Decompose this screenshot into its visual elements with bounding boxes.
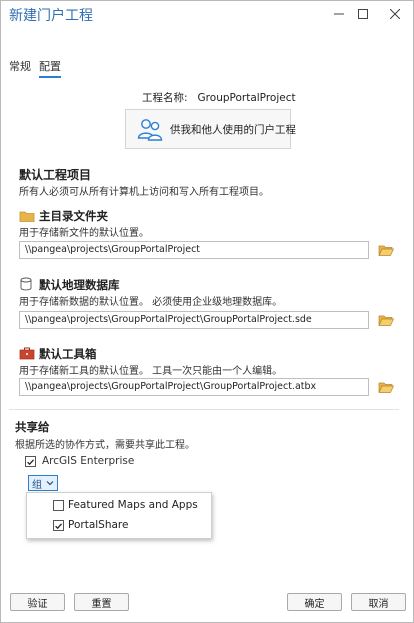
- project-name-row: 工程名称: GroupPortalProject: [142, 90, 296, 105]
- people-icon: [136, 115, 164, 143]
- defaults-heading: 默认工程项目: [19, 168, 92, 182]
- group-label: Featured Maps and Apps: [68, 499, 198, 511]
- home-folder-path-input[interactable]: \\pangea\projects\GroupPortalProject: [19, 241, 369, 259]
- browse-folder-icon[interactable]: [377, 242, 395, 258]
- group-option[interactable]: PortalShare: [27, 515, 211, 535]
- home-folder-description: 用于存储新文件的默认位置。: [19, 228, 149, 239]
- home-folder-heading: 主目录文件夹: [39, 209, 108, 223]
- defaults-description: 所有人必须可从所有计算机上访问和写入所有工程项目。: [19, 187, 269, 198]
- group-checkbox[interactable]: [53, 520, 64, 531]
- validate-button[interactable]: 验证: [10, 593, 65, 611]
- ok-button[interactable]: 确定: [287, 593, 342, 611]
- toolbox-icon: [19, 346, 35, 360]
- dialog-title: 新建门户工程: [9, 8, 93, 24]
- groups-dropdown-button[interactable]: 组: [28, 475, 58, 491]
- minimize-icon[interactable]: [327, 3, 351, 25]
- database-icon: [19, 277, 35, 291]
- geodatabase-path-input[interactable]: \\pangea\projects\GroupPortalProject\Gro…: [19, 311, 369, 329]
- project-type-label: 供我和他人使用的门户工程: [170, 123, 296, 136]
- project-name-value: GroupPortalProject: [197, 92, 296, 104]
- arcgis-enterprise-checkbox[interactable]: [25, 456, 36, 467]
- reset-button[interactable]: 重置: [74, 593, 129, 611]
- group-label: PortalShare: [68, 519, 129, 531]
- project-type-button[interactable]: 供我和他人使用的门户工程: [125, 109, 296, 149]
- maximize-icon[interactable]: [351, 3, 375, 25]
- groups-dropdown-list: Featured Maps and Apps PortalShare: [26, 492, 212, 539]
- group-option[interactable]: Featured Maps and Apps: [27, 495, 211, 515]
- tab-general[interactable]: 常规: [9, 58, 31, 74]
- title-bar: 新建门户工程: [1, 1, 413, 29]
- geodatabase-description: 用于存储新数据的默认位置。 必须使用企业级地理数据库。: [19, 297, 283, 308]
- chevron-down-icon: [46, 480, 54, 486]
- toolbox-heading: 默认工具箱: [39, 347, 97, 361]
- share-description: 根据所选的协作方式，需要共享此工程。: [15, 440, 195, 451]
- section-divider: [9, 409, 399, 410]
- close-icon[interactable]: [383, 3, 407, 25]
- project-name-label: 工程名称:: [142, 92, 188, 104]
- new-portal-project-dialog: 新建门户工程 常规 配置 工程名称: GroupPortalProject 供我和…: [0, 0, 414, 623]
- folder-icon: [19, 209, 35, 223]
- browse-geodatabase-icon[interactable]: [377, 312, 395, 328]
- share-heading: 共享给: [15, 420, 50, 434]
- groups-button-label: 组: [32, 479, 42, 491]
- arcgis-enterprise-label: ArcGIS Enterprise: [42, 455, 135, 467]
- browse-toolbox-icon[interactable]: [377, 379, 395, 395]
- toolbox-description: 用于存储新工具的默认位置。 工具一次只能由一个人编辑。: [19, 366, 283, 377]
- geodatabase-heading: 默认地理数据库: [39, 278, 120, 292]
- toolbox-path-input[interactable]: \\pangea\projects\GroupPortalProject\Gro…: [19, 378, 369, 396]
- cancel-button[interactable]: 取消: [351, 593, 406, 611]
- tab-configuration[interactable]: 配置: [39, 58, 61, 78]
- group-checkbox[interactable]: [53, 500, 64, 511]
